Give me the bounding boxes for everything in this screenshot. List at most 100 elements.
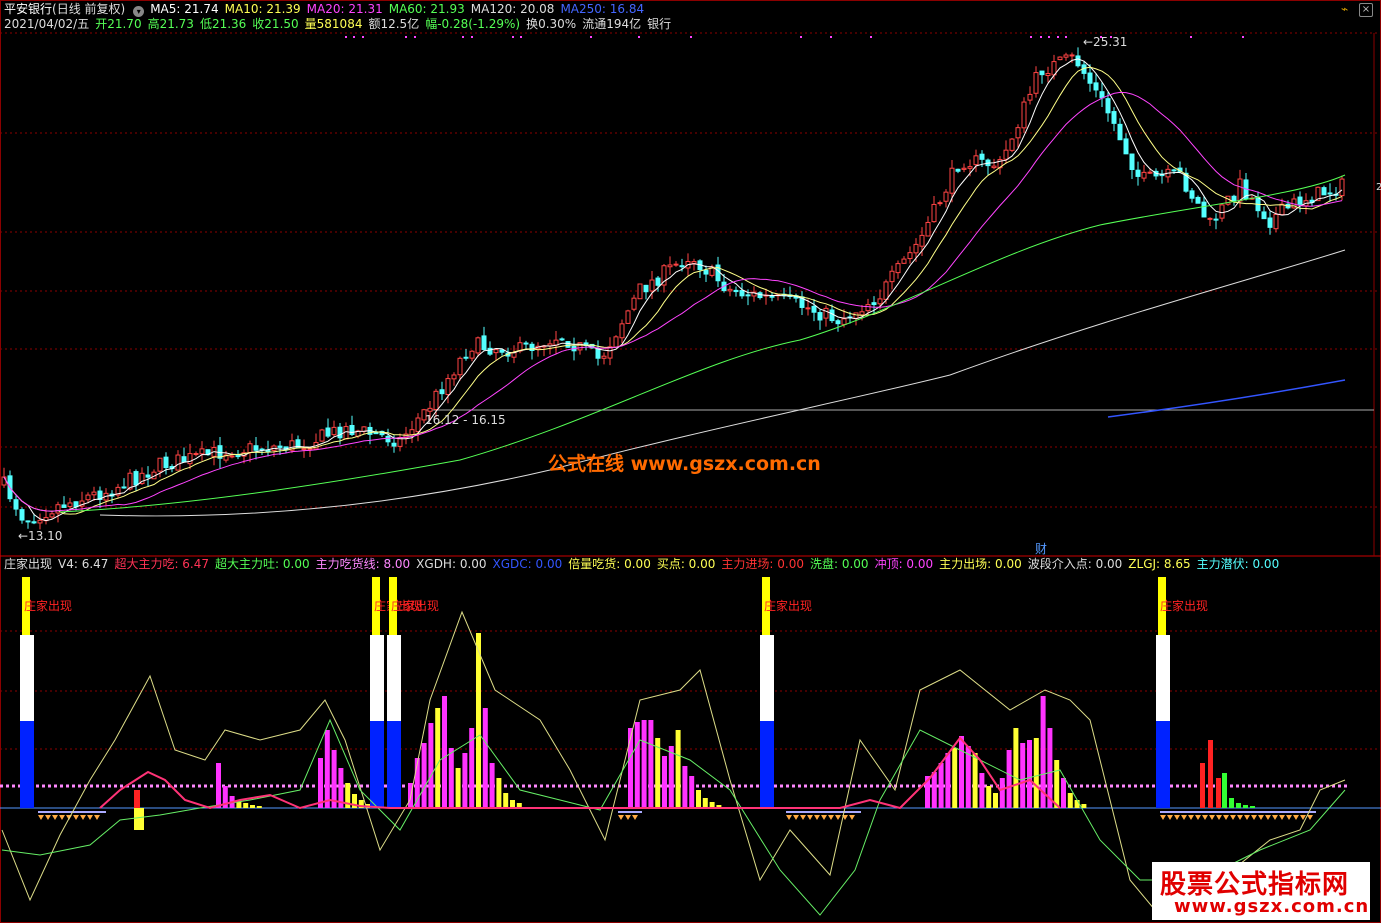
- indicator-name[interactable]: 庄家出现: [4, 557, 52, 571]
- high-price-label: ←25.31: [1083, 35, 1127, 49]
- candle-body: [913, 243, 919, 254]
- signal-dot: [414, 36, 416, 38]
- diamond-marker: [1279, 815, 1285, 820]
- candle-body: [31, 521, 37, 524]
- ma250-line: [1107, 379, 1346, 418]
- indicator-bar: [243, 803, 249, 808]
- indicator-bar: [1074, 800, 1080, 808]
- candle-body: [1171, 169, 1177, 172]
- diamond-marker: [849, 815, 855, 820]
- indicator-value: XGDH: 0.00: [416, 557, 487, 571]
- signal-dot: [353, 36, 355, 38]
- diamond-marker: [821, 815, 827, 820]
- candle-body: [817, 312, 823, 321]
- diamond-marker: [87, 815, 93, 820]
- quote-values: 2021/04/02/五 开21.70 高21.73 低21.36 收21.50 量581…: [4, 17, 677, 31]
- candle-body: [1033, 72, 1039, 94]
- candle-body: [739, 290, 745, 297]
- candle-body: [1069, 54, 1075, 57]
- candle-body: [163, 456, 169, 469]
- indicator-bar: [324, 730, 330, 808]
- indicator-bar: [1222, 773, 1227, 808]
- close-icon[interactable]: ×: [1359, 3, 1373, 17]
- ma-value: MA20: 21.31: [306, 2, 383, 16]
- candle-body: [1009, 138, 1015, 151]
- ma-value: MA10: 21.39: [224, 2, 301, 16]
- diamond-marker: [1237, 815, 1243, 820]
- indicator-bar: [1006, 750, 1012, 808]
- candle-body: [937, 202, 943, 205]
- indicator-value: ZLGJ: 8.65: [1128, 557, 1191, 571]
- candle-body: [727, 288, 733, 292]
- candle-body: [1039, 70, 1045, 76]
- candle-body: [811, 305, 817, 313]
- indicator-bar: [455, 768, 461, 808]
- chevron-down-icon[interactable]: ▾: [133, 6, 145, 17]
- candle-body: [121, 486, 127, 489]
- watermark-center: 公式在线 www.gszx.com.cn: [548, 453, 821, 475]
- indicator-bar: [634, 722, 640, 808]
- candle-body: [457, 357, 463, 376]
- diamond-marker: [1202, 815, 1208, 820]
- signal-dot: [690, 36, 692, 38]
- candle-body: [337, 426, 343, 439]
- diamond-marker: [1188, 815, 1194, 820]
- stock-title[interactable]: 平安银行: [4, 2, 52, 16]
- diamond-marker: [786, 815, 792, 820]
- candle-body: [1075, 55, 1081, 67]
- low-price-label: ←13.10: [18, 529, 62, 543]
- diamond-marker: [80, 815, 86, 820]
- candle-body: [895, 263, 901, 274]
- signal-column-mid: [370, 635, 384, 721]
- candle-body: [979, 153, 985, 160]
- candle-body: [595, 347, 601, 359]
- fin-marker: 财: [1035, 542, 1047, 556]
- diamond-marker: [1160, 815, 1166, 820]
- candle-body: [499, 349, 505, 353]
- indicator-bar: [1033, 738, 1039, 808]
- period-mode[interactable]: (日线 前复权): [52, 2, 125, 16]
- header-row-ma: 平安银行(日线 前复权) ▾ MA5: 21.74 MA10: 21.39 MA20: …: [4, 2, 656, 17]
- diamond-marker: [73, 815, 79, 820]
- candle-body: [1339, 178, 1345, 197]
- signal-dot: [471, 36, 473, 38]
- quote-value: 高21.73: [147, 17, 194, 31]
- indicator-value: 倍量吃货: 0.00: [568, 557, 651, 571]
- diamond-marker: [807, 815, 813, 820]
- candle-body: [667, 264, 673, 268]
- candle-body: [679, 265, 685, 268]
- candle-body: [277, 445, 283, 448]
- candle-body: [247, 443, 253, 453]
- candle-body: [907, 252, 913, 260]
- indicator-bar: [448, 748, 454, 808]
- candle-body: [25, 520, 31, 523]
- indicator-bar: [1229, 798, 1234, 808]
- indicator-bar: [134, 808, 144, 830]
- ma-value: MA5: 21.74: [150, 2, 219, 16]
- candle-body: [199, 448, 205, 455]
- signal-label: 庄家出现: [764, 598, 812, 613]
- candle-body: [1237, 178, 1243, 202]
- diamond-marker: [1209, 815, 1215, 820]
- indicator-bar: [435, 708, 441, 808]
- candle-body: [91, 491, 97, 496]
- indicator-bar: [993, 793, 998, 808]
- stock-chart-window[interactable]: ←25.31 ←13.10 16.12 - 16.15 2 财庄家出现 庄家出现 庄家出现庄…: [0, 0, 1381, 923]
- quote-value: 换0.30%: [526, 17, 577, 31]
- candle-body: [613, 336, 619, 348]
- signal-icon[interactable]: ⌁: [1341, 3, 1355, 15]
- candle-body: [1117, 123, 1123, 141]
- indicator-bar: [641, 720, 647, 808]
- diamond-marker: [618, 815, 624, 820]
- signal-dot: [800, 36, 802, 38]
- candle-body: [853, 312, 859, 319]
- candle-body: [835, 320, 841, 325]
- candle-body: [889, 270, 895, 283]
- signal-dot: [1242, 36, 1244, 38]
- indicator-bar: [250, 805, 255, 808]
- candle-body: [949, 167, 955, 194]
- candle-body: [307, 448, 313, 451]
- signal-dot: [1030, 36, 1032, 38]
- candle-body: [823, 307, 829, 319]
- candle-body: [619, 323, 625, 339]
